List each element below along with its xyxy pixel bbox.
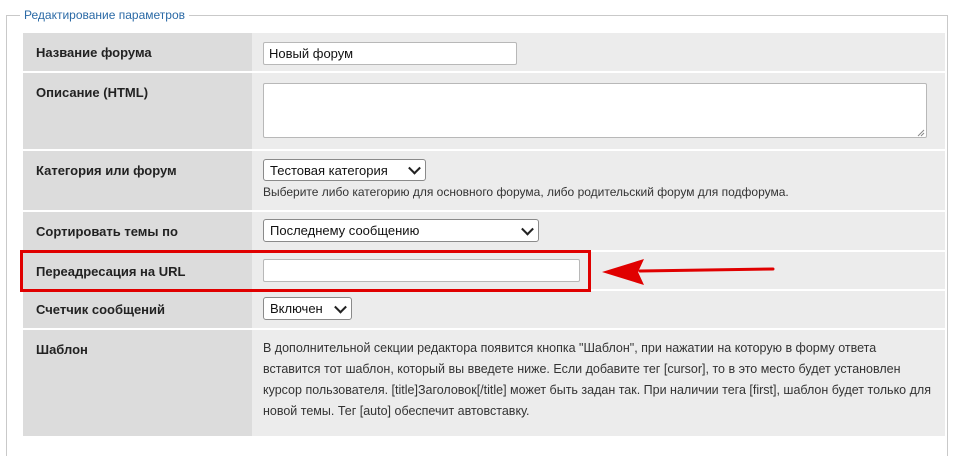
row-template: Шаблон В дополнительной секции редактора…: [23, 330, 945, 438]
settings-table: Название форума Новый форум Описание (HT…: [23, 33, 945, 438]
red-arrow-icon: [602, 259, 775, 285]
sort-topics-label: Сортировать темы по: [36, 224, 178, 239]
sort-topics-select[interactable]: Последнему сообщению: [263, 219, 539, 242]
template-label: Шаблон: [36, 342, 88, 357]
forum-name-input[interactable]: Новый форум: [263, 42, 517, 65]
forum-name-label: Название форума: [36, 45, 152, 60]
chevron-down-icon: [408, 161, 421, 175]
row-forum-name: Название форума Новый форум: [23, 33, 945, 73]
resize-handle-icon[interactable]: [917, 129, 925, 137]
chevron-down-icon: [521, 222, 534, 236]
post-counter-select[interactable]: Включен: [263, 297, 352, 320]
post-counter-select-value: Включен: [270, 301, 323, 316]
description-textarea[interactable]: [263, 83, 927, 138]
row-sort-topics: Сортировать темы по Последнему сообщению: [23, 212, 945, 252]
row-category: Категория или форум Тестовая категория В…: [23, 151, 945, 212]
fieldset-legend: Редактирование параметров: [20, 8, 190, 23]
row-post-counter: Счетчик сообщений Включен: [23, 291, 945, 330]
sort-topics-select-value: Последнему сообщению: [270, 223, 420, 238]
post-counter-label: Счетчик сообщений: [36, 302, 166, 317]
category-hint: Выберите либо категорию для основного фо…: [263, 185, 789, 199]
description-label: Описание (HTML): [36, 85, 149, 100]
highlight-box: [20, 250, 591, 292]
chevron-down-icon: [334, 300, 347, 314]
category-select[interactable]: Тестовая категория: [263, 159, 426, 181]
template-description: В дополнительной секции редактора появит…: [263, 341, 931, 418]
category-label: Категория или форум: [36, 163, 177, 178]
category-select-value: Тестовая категория: [270, 162, 388, 178]
row-description: Описание (HTML): [23, 73, 945, 151]
